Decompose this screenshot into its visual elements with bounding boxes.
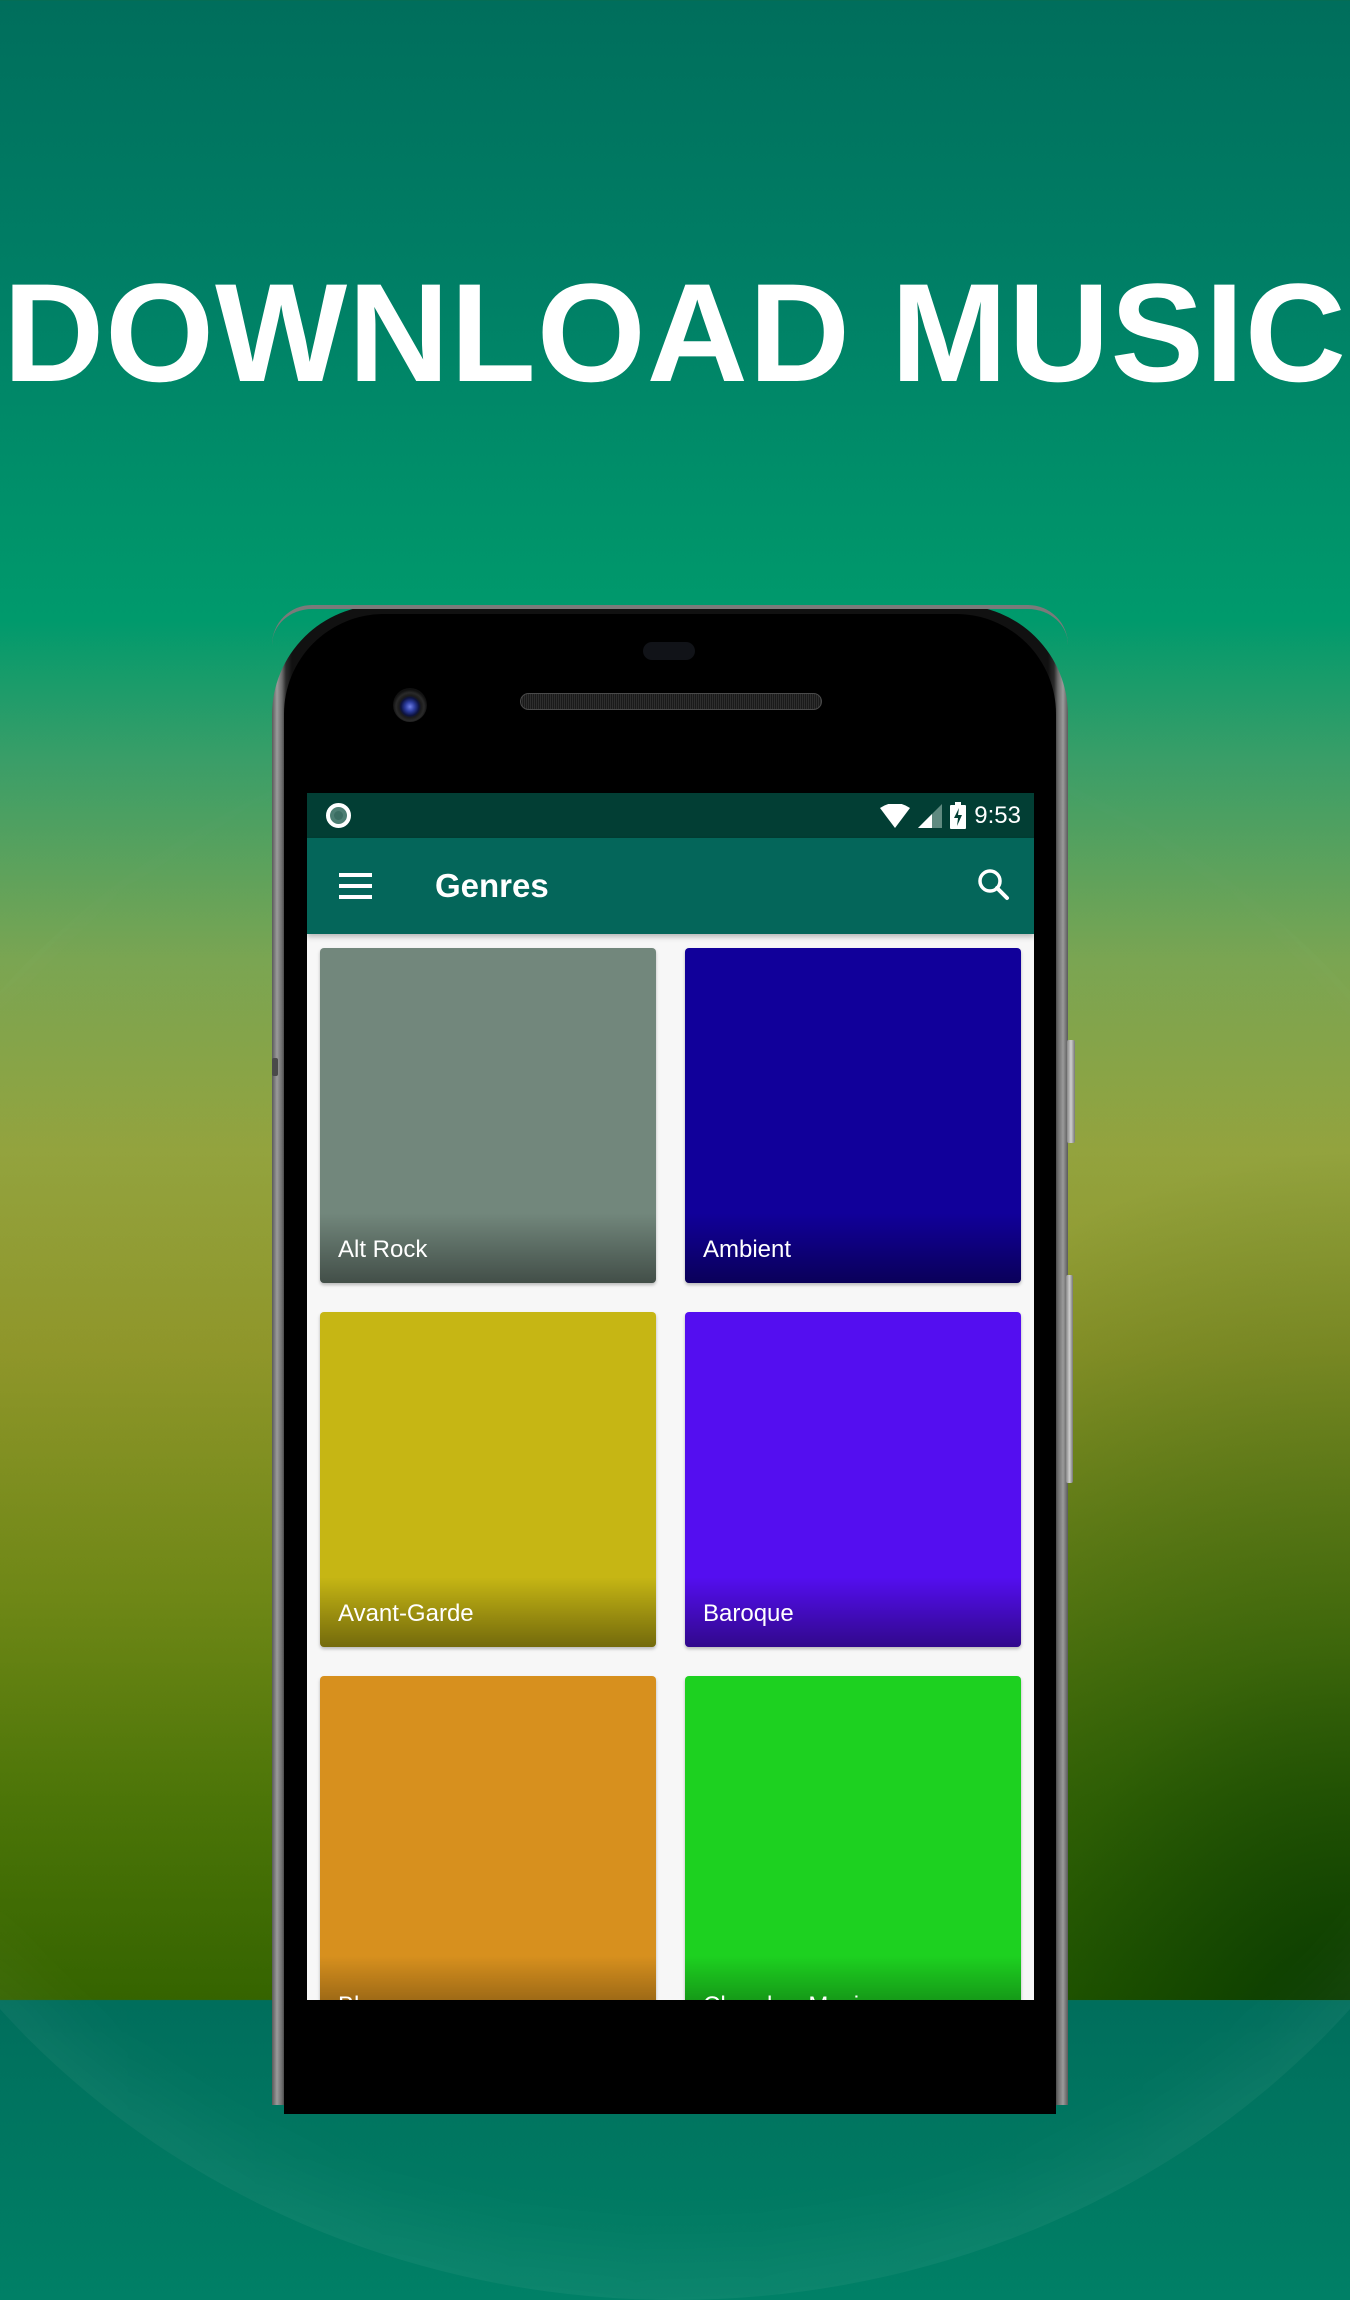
genre-card[interactable]: Baroque [685, 1312, 1021, 1647]
phone-volume-button [1066, 1275, 1073, 1483]
search-icon [978, 869, 1009, 900]
status-time: 9:53 [974, 801, 1021, 829]
search-button[interactable] [970, 862, 1016, 908]
genre-card[interactable]: Avant-Garde [320, 1312, 656, 1647]
promo-headline: DOWNLOAD MUSIC [3, 254, 1347, 411]
front-camera-icon [393, 688, 427, 722]
genre-label: Baroque [703, 1600, 794, 1627]
genre-label: Alt Rock [338, 1236, 428, 1263]
genre-label: Chamber Music [703, 1992, 871, 2000]
cell-signal-icon [918, 803, 943, 828]
genre-label: Ambient [703, 1236, 792, 1263]
genre-card[interactable]: Alt Rock [320, 948, 656, 1283]
wifi-icon [880, 803, 911, 828]
genre-label: Blues [338, 1992, 398, 2000]
phone-screen: 9:53 Genres Alt Rock Ambient Avant-Garde [307, 793, 1034, 2000]
page-title: Genres [435, 867, 549, 904]
phone-side-seam [272, 1058, 278, 1076]
earpiece-speaker [520, 693, 822, 710]
status-bar: 9:53 [307, 793, 1034, 838]
genre-card[interactable]: Blues [320, 1676, 656, 2000]
hamburger-menu-icon[interactable] [333, 864, 377, 908]
genre-card[interactable]: Ambient [685, 948, 1021, 1283]
battery-charging-icon [950, 802, 967, 829]
status-icons: 9:53 [880, 793, 1021, 838]
genre-card[interactable]: Chamber Music [685, 1676, 1021, 2000]
genre-label: Avant-Garde [338, 1600, 474, 1627]
circle-notification-icon [326, 803, 351, 828]
app-toolbar: Genres [307, 838, 1034, 934]
proximity-sensor [643, 642, 695, 660]
phone-power-button [1067, 1040, 1075, 1143]
